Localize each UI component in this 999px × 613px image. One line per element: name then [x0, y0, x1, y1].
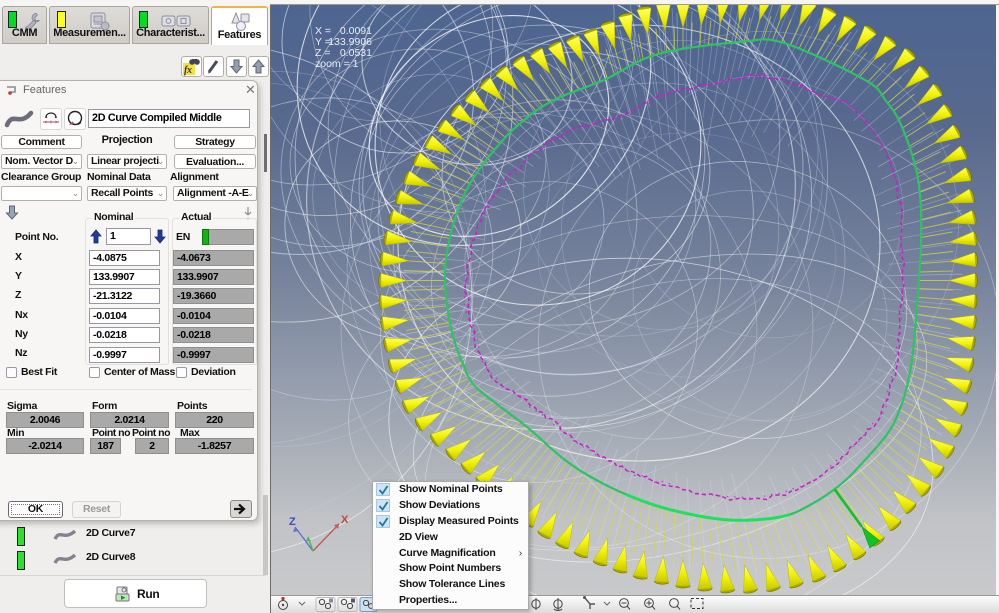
- svg-text:zoom = 1: zoom = 1: [315, 58, 359, 70]
- svg-text:X: X: [341, 514, 349, 526]
- svg-text:Z: Z: [289, 516, 296, 528]
- svg-text:fx: fx: [184, 65, 192, 76]
